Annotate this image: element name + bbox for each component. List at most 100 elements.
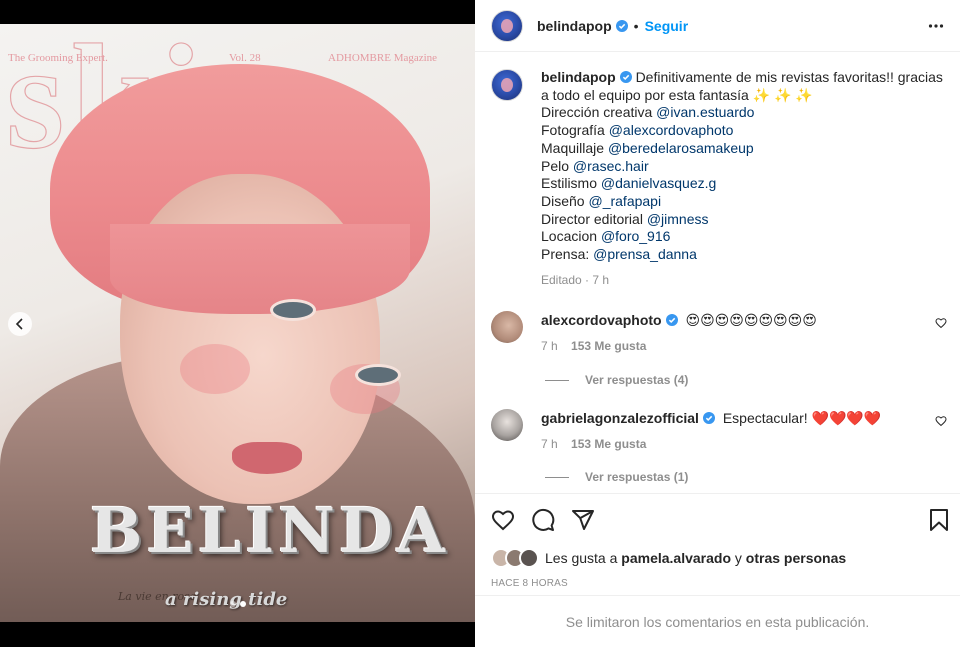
cover-tagline: a rising tide [165,589,288,610]
post-detail-panel: belindapop • Seguir belindapop Definitiv… [475,0,960,647]
header-separator: • [633,17,639,34]
comment-likes[interactable]: 153 Me gusta [571,437,646,451]
comments-limited-text: Se limitaron los comentarios en esta pub… [565,613,870,630]
share-icon[interactable] [571,508,595,532]
credit-role: Fotografía [541,122,605,139]
comment-time: 7 h [541,339,558,353]
replies-line [545,379,569,381]
cover-right-label: ADHOMBRE Magazine [328,52,438,64]
view-replies-label: Ver respuestas (1) [585,470,689,484]
carousel-indicator [230,601,246,607]
verified-badge-icon [619,71,632,83]
cover-model-lips [232,442,302,474]
more-options-icon[interactable] [928,18,944,34]
credit-role: Dirección creativa [541,104,653,121]
cover-left-label: The Grooming Expert. [8,52,108,64]
comment-icon[interactable] [531,508,555,532]
comment-time: 7 h [541,437,558,451]
magazine-cover-image: skin The Grooming Expert. Vol. 28 ADHOMB… [0,24,475,622]
view-replies-label: Ver respuestas (4) [585,373,689,387]
caption-credit-line: Dirección creativa @ivan.estuardo [541,104,951,122]
caption-meta: Editado · 7 h [541,272,610,287]
caption: belindapop Definitivamente de mis revist… [491,69,951,289]
caption-credits: Dirección creativa @ivan.estuardo Fotogra… [541,104,951,263]
likes-summary: Les gusta a pamela.alvarado y otras pers… [491,548,846,568]
bookmark-icon[interactable] [929,508,949,532]
likes-and: y [734,550,742,566]
credit-mention-link[interactable]: @beredelarosamakeup [608,140,754,156]
verified-badge-icon [665,314,678,326]
likes-prefix: Les gusta a [545,550,618,566]
comment-text: Espectacular! ❤️❤️❤️❤️ [722,410,882,426]
comments-limited-notice: Se limitaron los comentarios en esta pub… [475,595,960,647]
credit-role: Pelo [541,157,570,174]
cover-model-eye [355,364,401,386]
chevron-left-icon [15,318,23,330]
caption-credit-line: Estilismo @danielvasquez.g [541,175,951,193]
credit-mention-link[interactable]: @ivan.estuardo [656,104,754,120]
avatar[interactable] [491,311,523,343]
cover-model-cheek [180,344,250,394]
credit-role: Director editorial [541,210,643,227]
view-replies-button[interactable]: Ver respuestas (1) [545,470,688,484]
credit-mention-link[interactable]: @_rafapapi [588,193,661,209]
post-media: skin The Grooming Expert. Vol. 28 ADHOMB… [0,0,475,647]
carousel-prev-button[interactable] [8,312,32,336]
caption-credit-line: Maquillaje @beredelarosamakeup [541,140,951,158]
post-header: belindapop • Seguir [475,0,960,52]
likes-user[interactable]: pamela.alvarado [621,550,731,566]
caption-credit-line: Fotografía @alexcordovaphoto [541,122,951,140]
comment-item: alexcordovaphoto 😍😍😍😍😍😍😍😍😍 7 h 153 Me gu… [491,311,951,353]
caption-credit-line: Locacion @foro_916 [541,228,951,246]
verified-badge-icon [615,19,628,32]
avatar[interactable] [491,9,523,42]
credit-mention-link[interactable]: @rasec.hair [573,158,649,174]
caption-credit-line: Pelo @rasec.hair [541,158,951,176]
replies-line [545,476,569,478]
comment-meta: 7 h 153 Me gusta [541,339,921,353]
credit-role: Prensa: [541,246,590,263]
carousel-dot-active [240,601,246,607]
credit-role: Locacion [541,228,598,245]
heart-icon[interactable] [491,508,515,532]
cover-logo: BELINDA [90,494,449,567]
post-timestamp: HACE 8 HORAS [491,578,568,589]
cover-model-fringe [110,224,410,314]
caption-credit-line: Prensa: @prensa_danna [541,246,951,264]
cover-volume-label: Vol. 28 [229,52,261,64]
caption-username[interactable]: belindapop [541,69,616,85]
likes-others[interactable]: otras personas [746,550,846,566]
view-replies-button[interactable]: Ver respuestas (4) [545,373,688,387]
avatar[interactable] [519,548,539,568]
avatar[interactable] [491,409,523,441]
credit-mention-link[interactable]: @foro_916 [601,228,670,244]
caption-credit-line: Director editorial @jimness [541,211,951,229]
carousel-dot [230,601,236,607]
caption-credit-line: Diseño @_rafapapi [541,193,951,211]
credit-role: Estilismo [541,175,598,192]
comment-meta: 7 h 153 Me gusta [541,437,921,451]
cover-model-eye [270,299,316,321]
follow-button[interactable]: Seguir [645,18,689,34]
comment-username[interactable]: gabrielagonzalezofficial [541,410,699,426]
credit-mention-link[interactable]: @alexcordovaphoto [609,122,734,138]
post-username[interactable]: belindapop [537,18,612,34]
credit-mention-link[interactable]: @danielvasquez.g [601,175,716,191]
action-bar [475,493,960,545]
comment-likes[interactable]: 153 Me gusta [571,339,646,353]
comment-body: gabrielagonzalezofficial Espectacular! ❤… [541,409,921,451]
credit-mention-link[interactable]: @prensa_danna [593,246,697,262]
likes-text: Les gusta a pamela.alvarado y otras pers… [545,550,846,566]
heart-icon[interactable] [935,415,947,427]
comment-item: gabrielagonzalezofficial Espectacular! ❤… [491,409,951,451]
credit-mention-link[interactable]: @jimness [647,211,709,227]
avatar[interactable] [491,69,523,101]
comment-username[interactable]: alexcordovaphoto [541,312,662,328]
verified-badge-icon [702,412,715,424]
comment-text: 😍😍😍😍😍😍😍😍😍 [685,312,817,328]
credit-role: Maquillaje [541,139,605,156]
heart-icon[interactable] [935,317,947,329]
caption-text: belindapop Definitivamente de mis revist… [541,69,951,289]
credit-role: Diseño [541,192,585,209]
comments-section: belindapop Definitivamente de mis revist… [475,53,960,493]
